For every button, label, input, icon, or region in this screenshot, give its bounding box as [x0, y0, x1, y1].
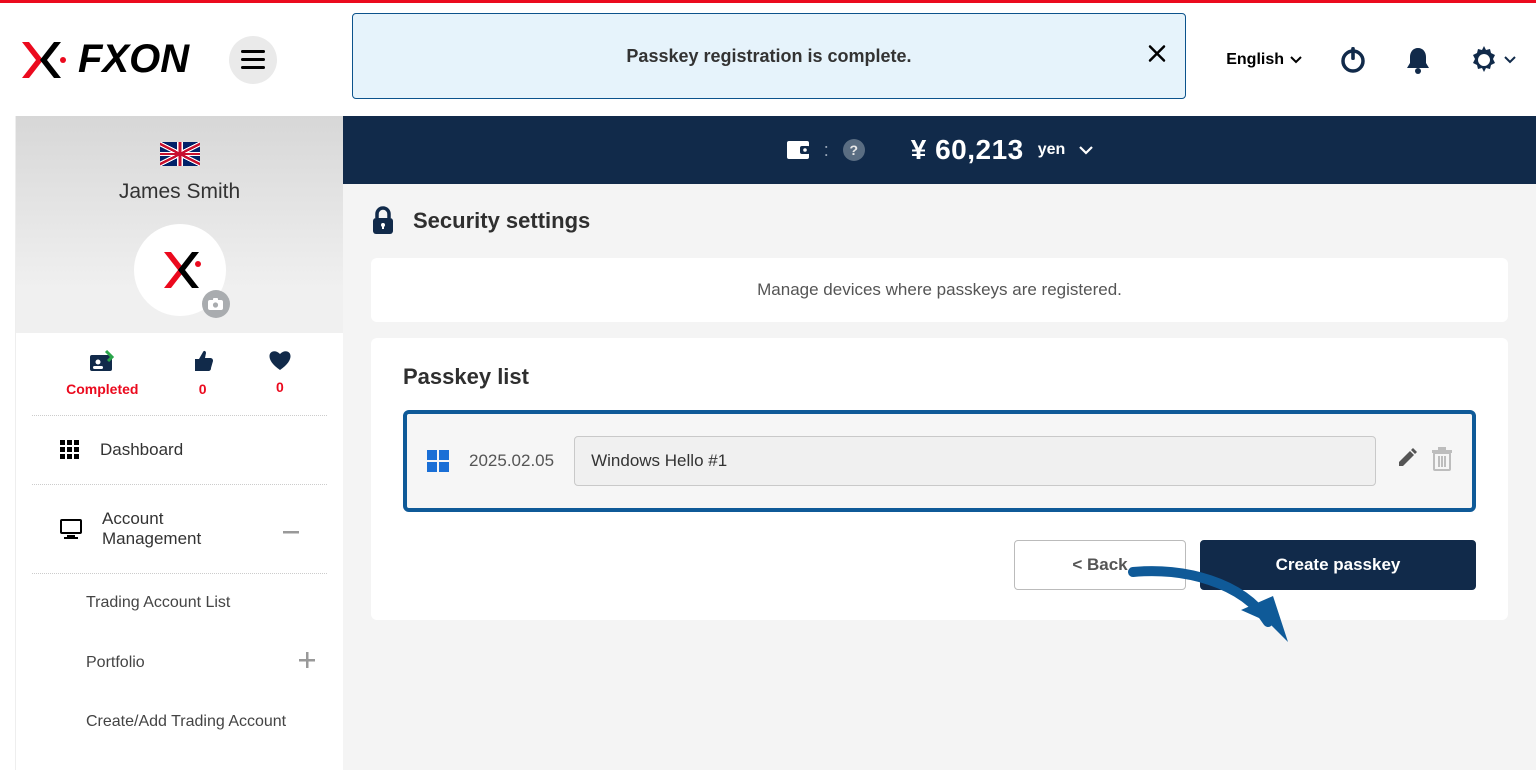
settings-menu[interactable] [1468, 44, 1516, 76]
currency-symbol: ¥ [911, 134, 927, 165]
camera-icon [208, 298, 223, 310]
logo-mark-icon [16, 38, 68, 82]
bell-icon[interactable] [1404, 45, 1432, 75]
chevron-down-icon [1504, 56, 1516, 64]
toast-close-button[interactable] [1147, 44, 1167, 69]
lock-icon [371, 206, 395, 236]
stat-favorites[interactable]: 0 [267, 349, 293, 397]
pencil-icon [1396, 447, 1418, 469]
logo-text: FXON [78, 37, 189, 82]
chevron-down-icon [1290, 56, 1302, 64]
collapse-icon [283, 519, 299, 539]
create-passkey-button[interactable]: Create passkey [1200, 540, 1476, 590]
windows-icon [427, 450, 449, 472]
nav-label: Account Management [102, 509, 263, 549]
profile-stats: Completed 0 0 [32, 333, 327, 416]
balance-amount: 60,213 [935, 134, 1024, 165]
info-banner: Manage devices where passkeys are regist… [371, 258, 1508, 322]
power-icon[interactable] [1338, 45, 1368, 75]
stat-likes-value: 0 [199, 381, 207, 397]
stat-favs-value: 0 [276, 379, 284, 395]
main-content: Security settings Manage devices where p… [343, 184, 1536, 770]
nav-label: Trading Account List [86, 594, 230, 612]
thumbs-up-icon [191, 349, 215, 373]
toast-notification: Passkey registration is complete. [352, 13, 1186, 99]
nav-trading-account-list[interactable]: Trading Account List [16, 574, 343, 632]
language-label: English [1226, 51, 1284, 69]
expand-icon [299, 652, 315, 673]
page-heading: Security settings [371, 206, 1508, 236]
avatar-logo-icon [154, 244, 206, 296]
nav-label: Portfolio [86, 654, 145, 672]
id-card-icon [88, 349, 116, 373]
passkey-name-field[interactable]: Windows Hello #1 [574, 436, 1376, 486]
close-icon [1147, 44, 1167, 64]
passkey-list-title: Passkey list [403, 364, 1476, 390]
toast-message: Passkey registration is complete. [626, 46, 911, 67]
balance-bar: : ? ¥ 60,213 yen [343, 116, 1536, 184]
grid-icon [60, 440, 80, 460]
balance-currency: yen [1038, 141, 1066, 159]
nav-label: Create/Add Trading Account [86, 713, 286, 731]
heart-icon [267, 349, 293, 371]
nav-create-add-trading-account[interactable]: Create/Add Trading Account [16, 693, 343, 751]
passkey-row: 2025.02.05 Windows Hello #1 [403, 410, 1476, 512]
logo: FXON [16, 37, 189, 82]
stat-verification[interactable]: Completed [66, 349, 138, 397]
sidebar-nav: Dashboard Account Management Trading Acc… [16, 416, 343, 751]
hamburger-icon [241, 50, 265, 70]
nav-dashboard[interactable]: Dashboard [32, 416, 327, 485]
trash-icon [1432, 447, 1452, 471]
button-row: < Back Create passkey [403, 540, 1476, 590]
camera-badge[interactable] [202, 290, 230, 318]
help-icon[interactable]: ? [843, 139, 865, 161]
chevron-down-icon[interactable] [1079, 146, 1093, 155]
passkey-date: 2025.02.05 [469, 451, 554, 471]
user-name: James Smith [119, 180, 240, 204]
delete-passkey-button[interactable] [1432, 447, 1452, 476]
separator: : [824, 140, 829, 161]
stat-likes[interactable]: 0 [191, 349, 215, 397]
page-title: Security settings [413, 208, 590, 234]
nav-label: Dashboard [100, 440, 183, 460]
edit-passkey-button[interactable] [1396, 447, 1418, 476]
avatar[interactable] [134, 224, 226, 316]
nav-portfolio[interactable]: Portfolio [16, 632, 343, 693]
gear-icon [1468, 44, 1500, 76]
language-selector[interactable]: English [1226, 51, 1302, 69]
nav-account-management[interactable]: Account Management [32, 485, 327, 574]
back-button[interactable]: < Back [1014, 540, 1186, 590]
flag-uk-icon [160, 142, 200, 166]
sidebar-profile: James Smith [16, 116, 343, 333]
monitor-icon [60, 519, 82, 539]
passkey-panel: Passkey list 2025.02.05 Windows Hello #1 [371, 338, 1508, 620]
stat-status-label: Completed [66, 381, 138, 397]
menu-toggle-button[interactable] [229, 36, 277, 84]
sidebar: James Smith Comp [15, 116, 343, 770]
wallet-icon [786, 140, 810, 160]
